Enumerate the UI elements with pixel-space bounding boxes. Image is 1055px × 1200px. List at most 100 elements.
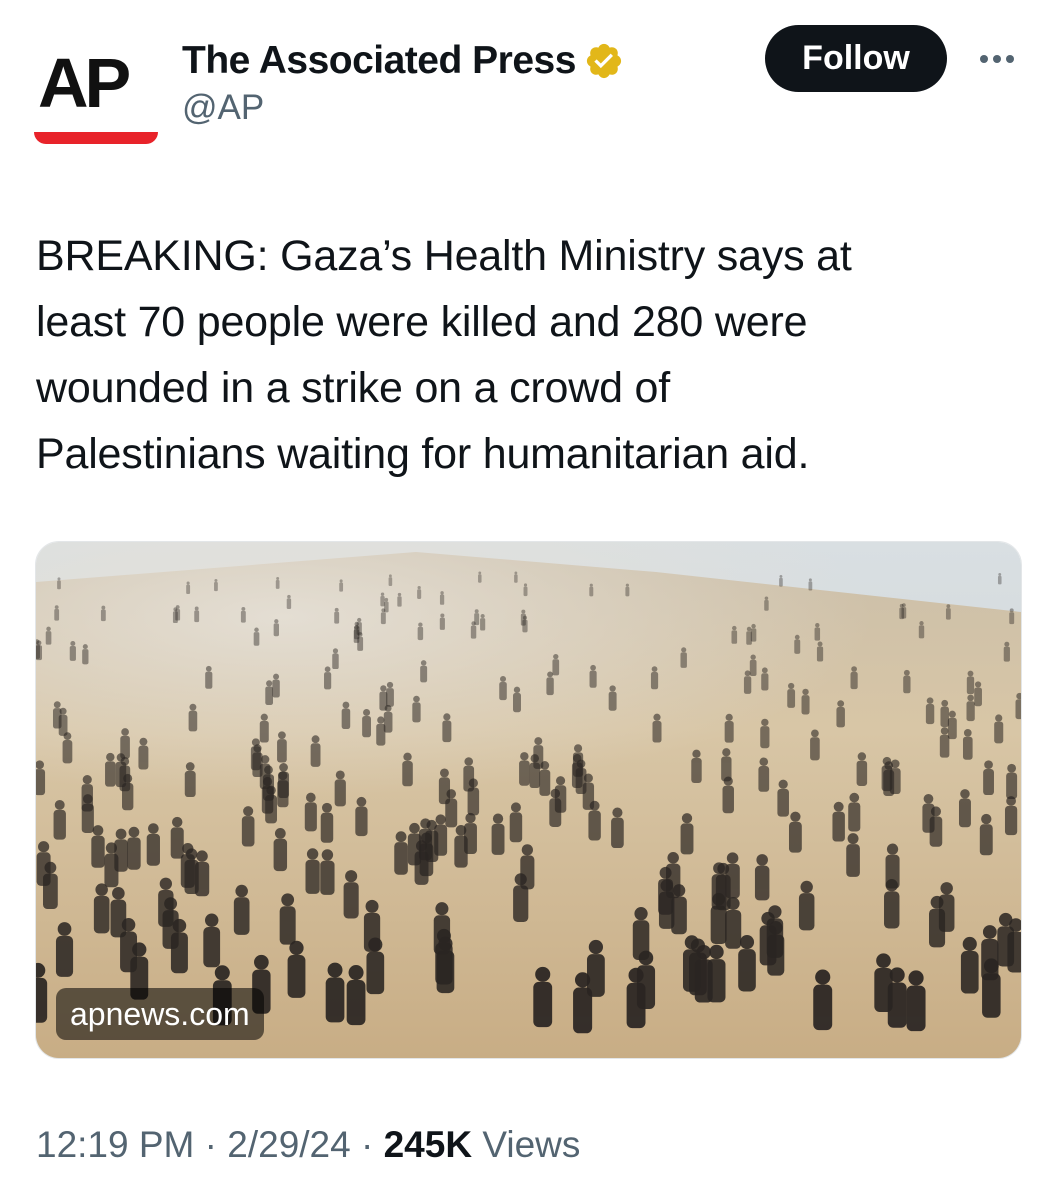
crowd-figure bbox=[380, 608, 386, 625]
crowd-figure bbox=[287, 940, 306, 998]
crowd-figure bbox=[856, 752, 868, 786]
crowd-figure bbox=[513, 686, 521, 713]
crowd-figure bbox=[691, 749, 702, 784]
crowd-figure bbox=[286, 594, 292, 609]
crowd-figure bbox=[887, 967, 907, 1028]
crowd-figure bbox=[233, 884, 250, 935]
crowd-figure bbox=[760, 718, 770, 749]
author-handle[interactable]: @AP bbox=[182, 88, 264, 128]
crowd-figure bbox=[275, 577, 280, 589]
crowd-figure bbox=[491, 813, 505, 855]
crowd-figure bbox=[412, 695, 421, 723]
crowd-figure bbox=[122, 773, 134, 811]
crowd-figure bbox=[43, 861, 58, 910]
crowd-figure bbox=[722, 776, 734, 814]
crowd-figure bbox=[523, 583, 528, 597]
crowd-figure bbox=[632, 907, 650, 960]
crowd-figure bbox=[589, 664, 597, 688]
crowd-figure bbox=[626, 967, 646, 1029]
meta-separator: · bbox=[361, 1124, 374, 1165]
crowd-figure bbox=[363, 899, 381, 952]
crowd-figure bbox=[305, 848, 320, 894]
crowd-figure bbox=[379, 685, 388, 711]
crowd-figure bbox=[194, 850, 210, 897]
crowd-figure bbox=[417, 622, 424, 641]
crowd-figure bbox=[801, 688, 810, 715]
crowd-figure bbox=[114, 828, 128, 872]
ap-logo-text: AP bbox=[38, 44, 131, 122]
crowd-figure bbox=[82, 644, 89, 665]
crowd-figure bbox=[625, 583, 630, 597]
crowd-figure bbox=[394, 831, 408, 875]
crowd-figure bbox=[203, 913, 221, 968]
author-avatar[interactable]: AP bbox=[30, 38, 162, 150]
crowd-figure bbox=[324, 666, 332, 690]
tweet-text-line: Palestinians waiting for humanitarian ai… bbox=[36, 430, 810, 478]
crowd-figure bbox=[813, 969, 833, 1031]
crowd-figure bbox=[798, 880, 815, 931]
crowd-figure bbox=[69, 640, 76, 661]
crowd-figure bbox=[91, 825, 105, 868]
crowd-figure bbox=[743, 670, 752, 694]
tweet-text-line: wounded in a strike on a crowd of bbox=[36, 364, 670, 412]
crowd-figure bbox=[884, 879, 900, 929]
crowd-figure bbox=[439, 591, 445, 605]
crowd-figure bbox=[901, 603, 907, 619]
crowd-figure bbox=[983, 760, 994, 796]
crowd-figure bbox=[454, 824, 468, 868]
crowd-figure bbox=[186, 581, 191, 595]
crowd-figure bbox=[343, 870, 359, 919]
author-display-name[interactable]: The Associated Press bbox=[182, 39, 576, 83]
crowd-figure bbox=[758, 757, 770, 792]
crowd-figure bbox=[725, 897, 742, 949]
crowd-figure bbox=[810, 729, 820, 761]
crowd-figure bbox=[435, 928, 453, 985]
crowd-figure bbox=[808, 578, 813, 591]
crowd-figure bbox=[100, 605, 106, 622]
crowd-figure bbox=[788, 811, 802, 853]
crowd-figure bbox=[279, 893, 296, 945]
crowd-figure bbox=[1006, 763, 1018, 799]
crowd-figure bbox=[903, 669, 911, 694]
crowd-figure bbox=[794, 634, 801, 654]
follow-button[interactable]: Follow bbox=[765, 25, 947, 92]
crowd-figure bbox=[997, 573, 1002, 585]
crowd-figure bbox=[45, 626, 52, 645]
crowd-figure bbox=[962, 729, 973, 760]
crowd-figure bbox=[127, 826, 141, 870]
tweet-time[interactable]: 12:19 PM bbox=[36, 1124, 194, 1165]
crowd-figure bbox=[402, 752, 413, 787]
crowd-figure bbox=[334, 607, 340, 624]
crowd-figure bbox=[341, 701, 351, 729]
crowd-figure bbox=[334, 770, 346, 807]
crowd-figure bbox=[120, 917, 138, 973]
more-options-icon[interactable] bbox=[972, 44, 1022, 74]
crowd-figure bbox=[240, 606, 246, 623]
crowd-figure bbox=[332, 648, 339, 670]
crowd-figure bbox=[467, 778, 480, 816]
crowd-figure bbox=[979, 813, 993, 856]
crowd-figure bbox=[589, 583, 594, 597]
crowd-figure bbox=[474, 609, 480, 626]
author-name-row[interactable]: The Associated Press bbox=[182, 36, 624, 86]
crowd-figure bbox=[272, 673, 280, 698]
crowd-figure bbox=[552, 653, 560, 676]
crowd-figure bbox=[241, 806, 255, 847]
crowd-figure bbox=[571, 754, 583, 788]
crowd-figure bbox=[81, 794, 94, 833]
views-count[interactable]: 245K bbox=[384, 1124, 472, 1165]
link-card-image[interactable]: apnews.com bbox=[35, 541, 1022, 1059]
crowd-figure bbox=[938, 882, 955, 932]
crowd-figure bbox=[707, 944, 726, 1003]
crowd-figure bbox=[652, 713, 662, 743]
crowd-figure bbox=[320, 849, 335, 895]
tweet-card: AP The Associated Press @AP Follow BREAK… bbox=[0, 0, 1055, 1200]
tweet-date[interactable]: 2/29/24 bbox=[227, 1124, 350, 1165]
crowd-figure bbox=[836, 700, 845, 728]
crowd-figure bbox=[259, 713, 269, 743]
crowd-figure bbox=[658, 866, 674, 915]
crowd-figure bbox=[442, 713, 452, 743]
crowd-figure bbox=[146, 823, 160, 866]
crowd-figure bbox=[278, 763, 290, 799]
crowd-figure bbox=[746, 626, 752, 645]
